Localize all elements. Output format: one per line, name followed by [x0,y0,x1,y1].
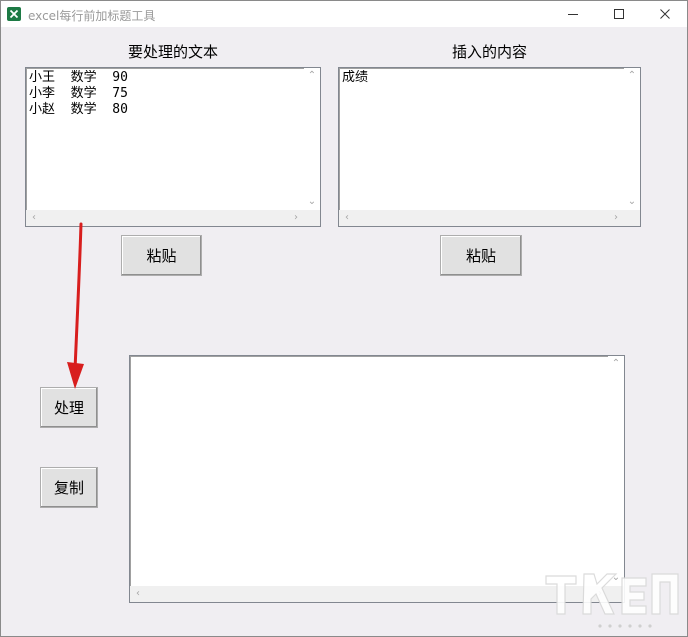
scroll-up-icon[interactable]: ⌃ [608,356,624,372]
output-vertical-scrollbar[interactable]: ⌃ ⌄ [608,356,624,586]
scroll-right-icon[interactable]: › [592,586,608,602]
paste-insert-button[interactable]: 粘贴 [440,235,522,276]
scroll-up-icon[interactable]: ⌃ [304,68,320,84]
scroll-left-icon[interactable]: ‹ [339,210,355,226]
scrollbar-corner [608,586,624,602]
insert-content-text[interactable]: 成绩 [341,70,624,210]
close-icon [660,9,670,19]
scroll-down-icon[interactable]: ⌄ [304,194,320,210]
source-text-content[interactable]: 小王 数学 90 小李 数学 75 小赵 数学 80 [28,70,304,210]
source-text-area[interactable]: 小王 数学 90 小李 数学 75 小赵 数学 80 ⌃ ⌄ ‹ › [25,67,321,227]
maximize-icon [614,9,624,19]
title-bar[interactable]: excel每行前加标题工具 [1,1,687,27]
scroll-down-icon[interactable]: ⌄ [624,194,640,210]
maximize-button[interactable] [596,1,642,27]
minimize-icon [568,14,578,15]
output-text-content[interactable] [132,358,608,586]
insert-content-label: 插入的内容 [451,43,527,61]
scrollbar-corner [304,210,320,226]
annotation-arrow-icon [67,222,84,389]
process-button[interactable]: 处理 [40,387,98,428]
scroll-up-icon[interactable]: ⌃ [624,68,640,84]
output-horizontal-scrollbar[interactable]: ‹ › [130,586,608,602]
scroll-right-icon[interactable]: › [608,210,624,226]
minimize-button[interactable] [550,1,596,27]
excel-app-icon [7,7,21,21]
source-horizontal-scrollbar[interactable]: ‹ › [26,210,304,226]
paste-source-button[interactable]: 粘贴 [121,235,202,276]
scroll-left-icon[interactable]: ‹ [130,586,146,602]
insert-vertical-scrollbar[interactable]: ⌃ ⌄ [624,68,640,210]
scroll-right-icon[interactable]: › [288,210,304,226]
scroll-down-icon[interactable]: ⌄ [608,570,624,586]
window-title: excel每行前加标题工具 [28,9,156,23]
source-vertical-scrollbar[interactable]: ⌃ ⌄ [304,68,320,210]
insert-content-area[interactable]: 成绩 ⌃ ⌄ ‹ › [338,67,641,227]
copy-button[interactable]: 复制 [40,467,98,508]
scrollbar-corner [624,210,640,226]
source-text-label: 要处理的文本 [127,43,218,61]
insert-horizontal-scrollbar[interactable]: ‹ › [339,210,624,226]
output-text-area[interactable]: ⌃ ⌄ ‹ › [129,355,625,603]
scroll-left-icon[interactable]: ‹ [26,210,42,226]
close-button[interactable] [642,1,688,27]
